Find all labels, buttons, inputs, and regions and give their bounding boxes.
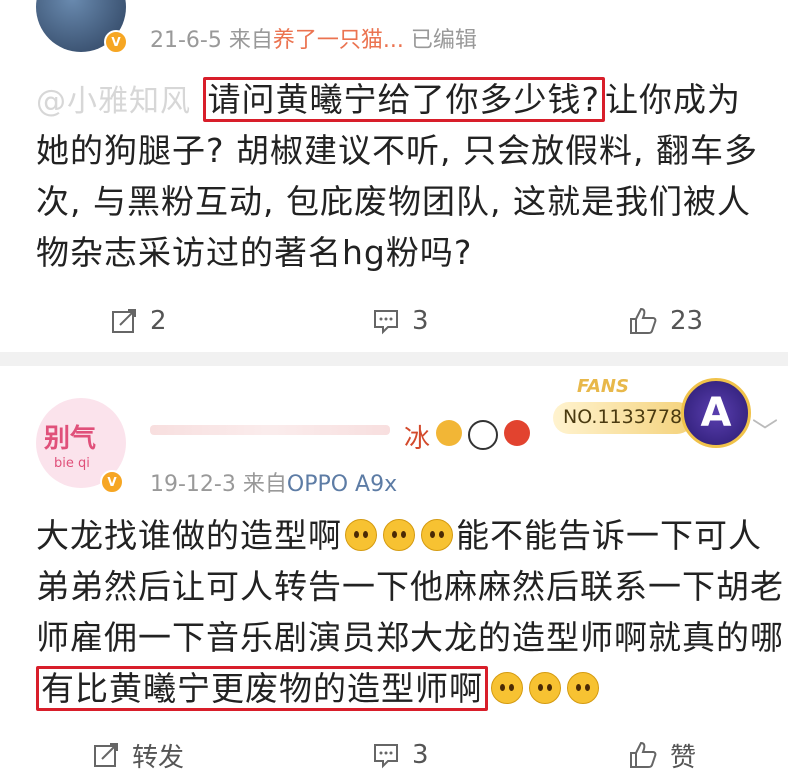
repost-button[interactable]: 转发 — [92, 730, 184, 780]
like-count: 23 — [670, 306, 704, 336]
sad-face-emoji-icon — [421, 519, 453, 551]
text-line: 师雇佣一下音乐剧演员郑大龙的造型师啊就真的哪 — [36, 618, 784, 657]
text-line: 她的狗腿子? 胡椒建议不听, 只会放假料, 翻车多 — [36, 131, 758, 170]
repost-icon — [94, 743, 118, 767]
comment-text: 大龙找谁做的造型啊 能不能告诉一下可人 弟弟然后让可人转告一下他麻麻然后联系一下胡… — [36, 510, 786, 714]
verified-badge-icon: V — [104, 30, 128, 54]
comment-count: 3 — [412, 306, 429, 336]
card-divider — [0, 352, 788, 366]
from-label: 来自 — [228, 28, 273, 53]
from-label: 来自 — [242, 472, 287, 497]
like-button[interactable]: 23 — [628, 296, 703, 346]
action-bar: 2 3 23 — [0, 296, 788, 346]
highlight-box: 有比黄曦宁更废物的造型师啊 — [36, 666, 488, 711]
action-bar: 转发 3 赞 — [0, 730, 788, 780]
text-line: 弟弟然后让可人转告一下他麻麻然后联系一下胡老 — [36, 567, 784, 606]
repost-button[interactable]: 2 — [110, 296, 167, 346]
comment-icon — [374, 310, 398, 335]
comment-text: @小雅知风 请问黄曦宁给了你多少钱? 让你成为 她的狗腿子? 胡椒建议不听, 只会… — [36, 74, 786, 278]
text-line: 大龙找谁做的造型啊 — [36, 516, 342, 555]
blank-face-emoji-icon — [529, 672, 561, 704]
fans-number: NO.1133778 — [563, 406, 683, 428]
post-source-link[interactable]: 养了一只猫... — [273, 28, 404, 53]
like-button[interactable]: 赞 — [628, 730, 696, 780]
post-meta: 21-6-5 来自养了一只猫... 已编辑 — [150, 22, 477, 54]
thumbs-up-icon — [630, 741, 657, 768]
comment-card-1: V 21-6-5 来自养了一只猫... 已编辑 @小雅知风 请问黄曦宁给了你多少… — [0, 0, 788, 352]
post-meta: 19-12-3 来自OPPO A9x — [150, 466, 397, 498]
text-line: 次, 与黑粉互动, 包庇废物团队, 这就是我们被人 — [36, 182, 751, 221]
comment-icon — [374, 744, 398, 769]
like-label: 赞 — [670, 742, 697, 773]
avatar-subtext: bie qi — [54, 456, 90, 471]
username-suffix: 冰 — [404, 424, 431, 454]
post-date: 21-6-5 — [150, 28, 222, 53]
verified-badge-icon: V — [100, 470, 124, 494]
user-mention[interactable]: @小雅知风 — [36, 84, 191, 119]
edited-label: 已编辑 — [410, 28, 477, 53]
name-decorations — [436, 420, 530, 450]
text-line: 能不能告诉一下可人 — [456, 516, 762, 555]
avengers-logo-icon: A — [681, 378, 751, 448]
repost-icon — [112, 309, 136, 333]
chevron-down-icon[interactable]: ﹀ — [752, 412, 778, 449]
sad-face-emoji-icon — [345, 519, 377, 551]
post-date: 19-12-3 — [150, 472, 236, 497]
fans-label: FANS — [577, 376, 629, 397]
post-source-link[interactable]: OPPO A9x — [287, 472, 397, 497]
comment-button[interactable]: 3 — [372, 296, 429, 346]
thumbs-up-icon — [630, 307, 657, 334]
avatar-text: 别气 — [44, 424, 97, 454]
blank-face-emoji-icon — [567, 672, 599, 704]
repost-label: 转发 — [132, 742, 185, 773]
comment-button[interactable]: 3 — [372, 730, 429, 780]
lantern-icon — [504, 420, 530, 446]
text-line: 让你成为 — [605, 80, 742, 119]
text-line: 物杂志采访过的著名hg粉吗? — [36, 233, 473, 272]
blank-face-emoji-icon — [491, 672, 523, 704]
highlight-box: 请问黄曦宁给了你多少钱? — [202, 77, 606, 122]
panda-icon — [468, 420, 498, 450]
crown-icon — [436, 420, 462, 446]
repost-count: 2 — [150, 306, 167, 336]
fans-badge[interactable]: FANS NO.1133778 A — [553, 376, 753, 448]
comment-count: 3 — [412, 740, 429, 770]
blurred-username — [150, 425, 390, 435]
sad-face-emoji-icon — [383, 519, 415, 551]
